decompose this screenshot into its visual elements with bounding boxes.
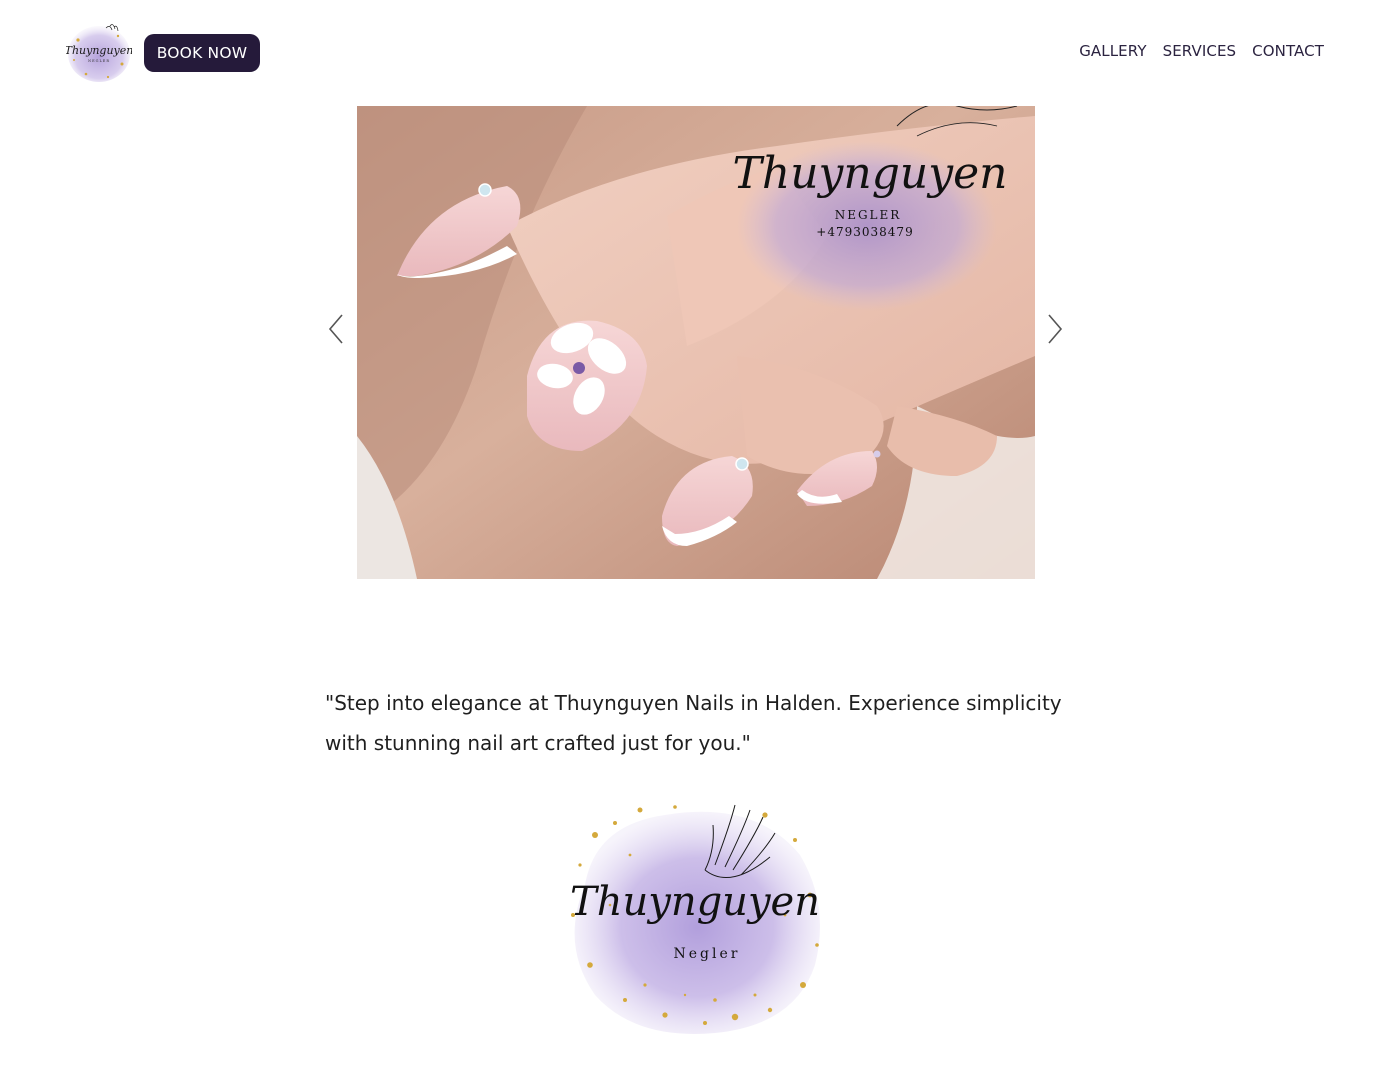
nav-services[interactable]: SERVICES xyxy=(1163,42,1237,60)
slideshow-watermark-phone: +4793038479 xyxy=(816,225,913,239)
site-header: Thuynguyen NEGLER BOOK NOW GALLERY SERVI… xyxy=(0,0,1399,105)
brand-logo-name: Thuynguyen xyxy=(570,879,820,925)
slideshow-next-button[interactable] xyxy=(1044,312,1066,346)
main-nav: GALLERY SERVICES CONTACT xyxy=(1079,42,1324,60)
brand-logo-sub: Negler xyxy=(674,946,741,962)
header-logo-subtext: NEGLER xyxy=(88,59,110,63)
header-logo-text: Thuynguyen xyxy=(66,44,132,57)
book-now-button[interactable]: BOOK NOW xyxy=(144,34,260,72)
tagline-text: "Step into elegance at Thuynguyen Nails … xyxy=(325,691,1062,755)
nav-gallery[interactable]: GALLERY xyxy=(1079,42,1146,60)
brand-logo: Thuynguyen Negler xyxy=(555,795,830,1045)
page: Thuynguyen NEGLER BOOK NOW GALLERY SERVI… xyxy=(0,0,1399,1077)
header-logo[interactable]: Thuynguyen NEGLER xyxy=(65,20,133,84)
slideshow-image: Thuynguyen NEGLER +4793038479 xyxy=(357,106,1035,579)
nav-contact[interactable]: CONTACT xyxy=(1252,42,1324,60)
slideshow-watermark-brand: Thuynguyen xyxy=(733,148,1008,199)
slideshow-prev-button[interactable] xyxy=(325,312,347,346)
slideshow-watermark-sub: NEGLER xyxy=(835,208,902,222)
chevron-left-icon xyxy=(328,314,343,344)
chevron-right-icon xyxy=(1048,314,1063,344)
